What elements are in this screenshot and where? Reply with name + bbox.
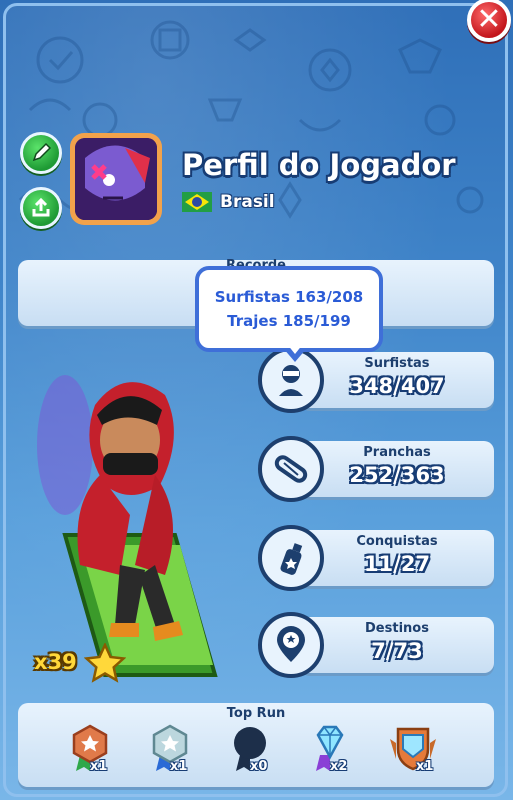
stat-value: 252/363 — [349, 463, 445, 487]
share-icon — [32, 197, 50, 217]
medal-count: x1 — [90, 759, 108, 774]
stat-destinations[interactable]: Destinos 7/73 — [300, 617, 494, 673]
tooltip-surfers: Surfistas 163/208 — [214, 288, 364, 306]
stat-label: Conquistas — [356, 534, 438, 549]
stat-achievements[interactable]: Conquistas 11/27 — [300, 530, 494, 586]
score-multiplier: x39 — [34, 650, 77, 674]
location-pin-icon — [258, 612, 324, 678]
top-run-panel: Top Run x1 x1 x0 x2 x1 — [18, 703, 494, 787]
star-icon — [84, 643, 126, 683]
stat-surfers[interactable]: Surfistas 348/407 — [300, 352, 494, 408]
silver-medal[interactable]: x1 — [148, 723, 208, 785]
stat-boards[interactable]: Pranchas 252/363 — [300, 441, 494, 497]
stat-value: 7/73 — [371, 639, 423, 663]
medal-count: x1 — [170, 759, 188, 774]
stat-label: Surfistas — [364, 356, 430, 371]
stat-value: 11/27 — [363, 552, 431, 576]
close-icon: ✕ — [476, 2, 502, 37]
edit-profile-button[interactable] — [20, 132, 62, 174]
share-button[interactable] — [20, 187, 62, 229]
tooltip-outfits: Trajes 185/199 — [227, 312, 351, 330]
spray-can-icon — [258, 525, 324, 591]
board-icon — [258, 436, 324, 502]
pencil-icon — [32, 142, 52, 162]
close-button[interactable]: ✕ — [467, 0, 511, 42]
medal-count: x0 — [250, 759, 268, 774]
dark-medal[interactable]: x0 — [228, 723, 288, 785]
stat-label: Destinos — [365, 621, 429, 636]
tooltip-tail — [283, 344, 307, 362]
crystal-shield-medal[interactable]: x1 — [388, 723, 448, 785]
avatar-character-icon — [75, 138, 157, 220]
collection-tooltip: Surfistas 163/208 Trajes 185/199 — [195, 266, 383, 362]
stat-value: 348/407 — [349, 374, 445, 398]
diamond-medal[interactable]: x2 — [308, 723, 368, 785]
player-avatar[interactable] — [70, 133, 162, 225]
brazil-flag-icon — [182, 192, 212, 212]
bronze-medal[interactable]: x1 — [68, 723, 128, 785]
page-title: Perfil do Jogador — [182, 148, 456, 182]
top-run-title: Top Run — [226, 706, 286, 721]
country-label: Brasil — [220, 192, 275, 212]
medal-count: x2 — [330, 759, 348, 774]
medal-count: x1 — [416, 759, 434, 774]
country: Brasil — [182, 192, 275, 212]
stat-label: Pranchas — [363, 445, 431, 460]
